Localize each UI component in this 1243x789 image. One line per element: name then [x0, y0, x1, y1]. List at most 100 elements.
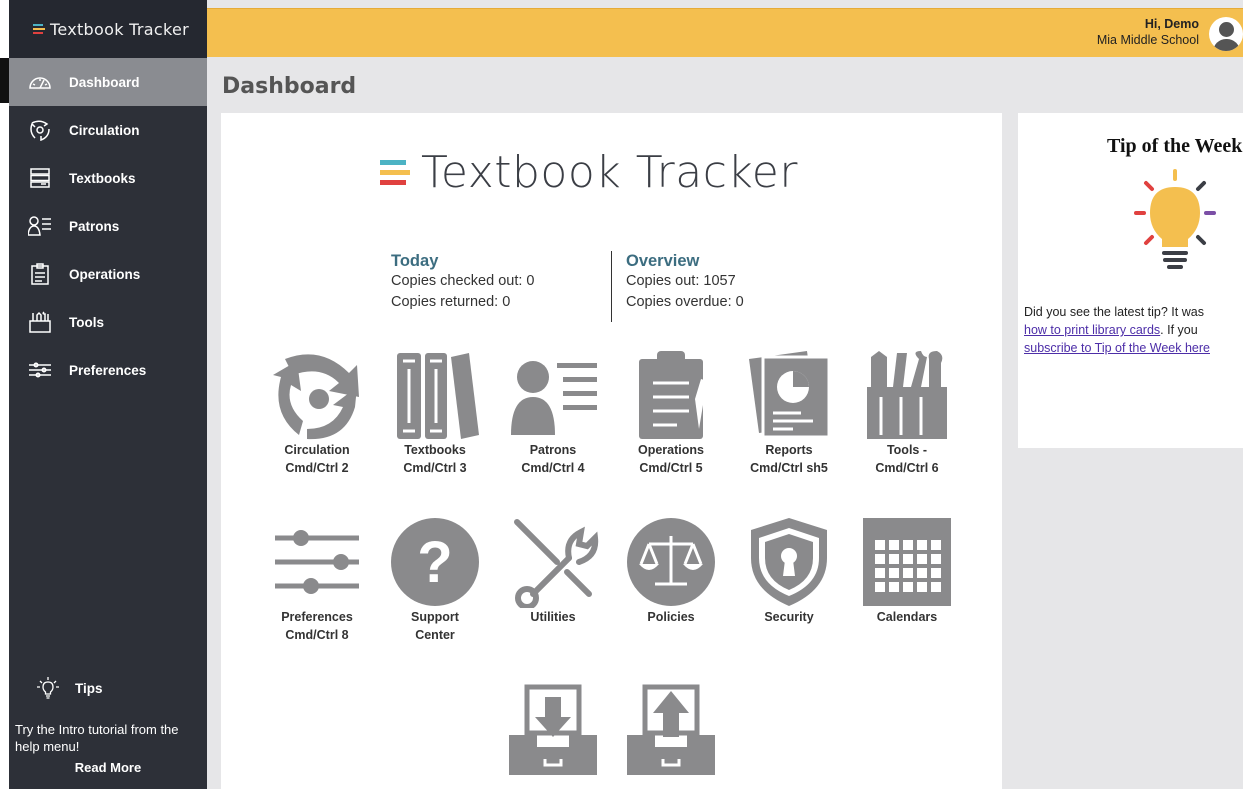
tile-label: Support — [411, 610, 459, 624]
reports-icon — [749, 351, 831, 439]
tile-textbooks[interactable]: Textbooks Cmd/Ctrl 3 — [380, 349, 490, 477]
tile-label: Policies — [647, 610, 695, 624]
patrons-icon — [511, 361, 597, 435]
tips-text: Try the Intro tutorial from the help men… — [15, 722, 179, 754]
tools-icon — [867, 351, 947, 439]
tile-export[interactable] — [616, 683, 726, 775]
tips-heading[interactable]: Tips — [9, 670, 207, 706]
hero-logo: Textbook Tracker — [380, 147, 798, 198]
gauge-icon — [27, 70, 53, 94]
copies-returned: Copies returned: 0 — [391, 294, 511, 310]
avatar[interactable] — [1209, 17, 1243, 51]
tile-shortcut: Cmd/Ctrl sh5 — [750, 461, 828, 475]
tip-of-the-week-card: Tip of the Week Did you see the latest t… — [1018, 113, 1243, 448]
copies-checked-out: Copies checked out: 0 — [391, 273, 535, 289]
school-name: Mia Middle School — [1096, 33, 1199, 47]
brand-name: Textbook Tracker — [50, 19, 189, 39]
page-title: Dashboard — [222, 74, 357, 99]
sidebar-item-circulation[interactable]: Circulation — [9, 106, 207, 154]
tile-utilities[interactable]: Utilities — [498, 516, 608, 626]
tip-body: Did you see the latest tip? It was how t… — [1024, 303, 1243, 357]
tile-shortcut: Cmd/Ctrl 2 — [285, 461, 349, 475]
tile-label: Tools - — [886, 443, 928, 457]
clipboard-icon — [27, 262, 53, 286]
wrench-screwdriver-icon — [514, 519, 599, 608]
svg-text:?: ? — [417, 530, 452, 595]
tile-import[interactable] — [498, 683, 608, 775]
sidebar: Textbook Tracker Dashboard Circulation T… — [9, 0, 207, 789]
scales-icon — [627, 518, 715, 606]
sliders-icon — [27, 358, 53, 382]
window-edge-marker — [0, 58, 9, 103]
sidebar-item-label: Tools — [69, 314, 104, 330]
sliders-icon — [275, 530, 359, 594]
brand-logo-icon — [33, 24, 45, 34]
sidebar-item-label: Dashboard — [69, 74, 140, 90]
clipboard-icon — [639, 351, 707, 439]
sidebar-item-tools[interactable]: Tools — [9, 298, 207, 346]
inbox-upload-icon — [627, 684, 715, 775]
tile-label: Operations — [638, 443, 704, 457]
books-icon — [397, 353, 479, 439]
tile-support-center[interactable]: ? Support Center — [380, 516, 490, 644]
tile-shortcut: Cmd/Ctrl 4 — [521, 461, 585, 475]
today-title: Today — [391, 252, 439, 270]
sidebar-item-label: Circulation — [69, 122, 140, 138]
tile-policies[interactable]: Policies — [616, 516, 726, 626]
tile-security[interactable]: Security — [734, 516, 844, 626]
tile-preferences[interactable]: Preferences Cmd/Ctrl 8 — [262, 516, 372, 644]
avatar-body-icon — [1213, 39, 1240, 51]
avatar-head-icon — [1219, 22, 1234, 37]
tools-icon — [27, 310, 53, 334]
copies-overdue: Copies overdue: 0 — [626, 294, 744, 310]
tile-calendars[interactable]: Calendars — [852, 516, 962, 626]
today-stats: Today Copies checked out: 0 Copies retur… — [391, 251, 534, 313]
tip-link-print-cards[interactable]: how to print library cards — [1024, 323, 1160, 337]
tile-label: Reports — [765, 443, 813, 457]
read-more-link[interactable]: Read More — [9, 760, 207, 775]
sidebar-item-dashboard[interactable]: Dashboard — [9, 58, 207, 106]
tile-label: Calendars — [876, 610, 938, 624]
hero-title: Textbook Tracker — [421, 147, 798, 198]
tile-tools[interactable]: Tools - Cmd/Ctrl 6 — [852, 349, 962, 477]
sidebar-item-label: Operations — [69, 266, 141, 282]
sidebar-item-preferences[interactable]: Preferences — [9, 346, 207, 394]
circulation-icon — [27, 118, 53, 142]
tip-line-2: . If you — [1160, 323, 1198, 337]
tips-panel: Tips Try the Intro tutorial from the hel… — [9, 670, 207, 775]
hero-logo-icon — [380, 160, 410, 185]
stats-divider — [611, 251, 612, 322]
sidebar-item-label: Preferences — [69, 362, 147, 378]
question-icon: ? — [391, 518, 479, 606]
tip-link-subscribe[interactable]: subscribe to Tip of the Week here — [1024, 341, 1210, 355]
tips-label: Tips — [75, 680, 103, 696]
tile-reports[interactable]: Reports Cmd/Ctrl sh5 — [734, 349, 844, 477]
tile-label: Preferences — [281, 610, 353, 624]
tile-label: Patrons — [529, 443, 577, 457]
shield-lock-icon — [751, 518, 827, 606]
tile-operations[interactable]: Operations Cmd/Ctrl 5 — [616, 349, 726, 477]
tile-shortcut: Cmd/Ctrl 3 — [403, 461, 467, 475]
user-info[interactable]: Hi, Demo Mia Middle School — [1097, 16, 1199, 48]
sidebar-item-textbooks[interactable]: Textbooks — [9, 154, 207, 202]
overview-stats: Overview Copies out: 1057 Copies overdue… — [626, 251, 744, 313]
brand[interactable]: Textbook Tracker — [9, 0, 207, 58]
tip-title: Tip of the Week — [1107, 135, 1243, 157]
overview-title: Overview — [626, 252, 700, 270]
tile-patrons[interactable]: Patrons Cmd/Ctrl 4 — [498, 349, 608, 477]
top-header: Hi, Demo Mia Middle School — [207, 8, 1243, 57]
dashboard-card: Textbook Tracker Today Copies checked ou… — [221, 113, 1002, 789]
sidebar-item-label: Patrons — [69, 218, 120, 234]
sidebar-item-operations[interactable]: Operations — [9, 250, 207, 298]
lightbulb-icon — [1134, 169, 1216, 269]
tile-circulation[interactable]: Circulation Cmd/Ctrl 2 — [262, 349, 372, 477]
tile-label: Utilities — [530, 610, 576, 624]
inbox-download-icon — [509, 684, 597, 775]
tile-shortcut: Cmd/Ctrl 8 — [285, 628, 349, 642]
circulation-icon — [273, 354, 359, 440]
calendar-icon — [863, 518, 951, 606]
tile-shortcut: Cmd/Ctrl 5 — [639, 461, 703, 475]
tile-label: Textbooks — [404, 443, 466, 457]
lightbulb-icon — [37, 677, 59, 699]
sidebar-item-patrons[interactable]: Patrons — [9, 202, 207, 250]
